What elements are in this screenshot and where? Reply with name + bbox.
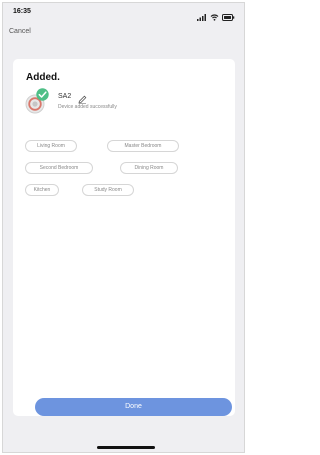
done-button[interactable]: Done (35, 398, 232, 416)
device-name: SA2 (58, 93, 72, 100)
wifi-icon (210, 8, 219, 26)
status-icons (197, 8, 235, 26)
cancel-link[interactable]: Cancel (9, 28, 31, 35)
room-chip-master-bedroom[interactable]: Master Bedroom (107, 140, 179, 152)
card-title: Added. (26, 72, 60, 83)
room-chip-living-room[interactable]: Living Room (25, 140, 77, 152)
check-icon (36, 88, 49, 106)
phone-screen: 16:35 Cancel Added. SA2 Device added suc… (2, 2, 245, 453)
status-bar: 16:35 (3, 3, 244, 21)
device-added-card: Added. SA2 Device added successfully Liv… (13, 59, 235, 416)
home-indicator (97, 446, 155, 449)
device-row: SA2 Device added successfully (25, 88, 225, 116)
device-status-text: Device added successfully (58, 104, 117, 110)
room-chip-kitchen[interactable]: Kitchen (25, 184, 59, 196)
status-time: 16:35 (13, 8, 31, 15)
signal-icon (197, 8, 207, 26)
room-chip-second-bedroom[interactable]: Second Bedroom (25, 162, 93, 174)
battery-icon (222, 8, 235, 26)
room-chip-study-room[interactable]: Study Room (82, 184, 134, 196)
room-chip-dining-room[interactable]: Dining Room (120, 162, 178, 174)
